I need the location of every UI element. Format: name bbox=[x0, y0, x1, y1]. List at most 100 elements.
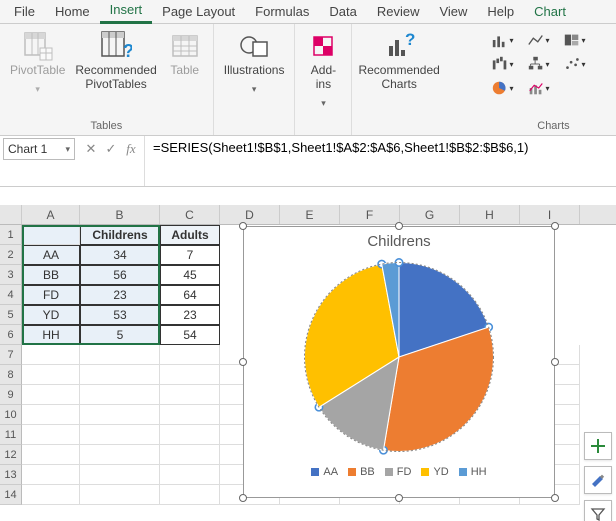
chart-elements-button[interactable] bbox=[584, 432, 612, 460]
col-header[interactable]: F bbox=[340, 205, 400, 224]
legend-item[interactable]: HH bbox=[459, 466, 487, 478]
row-header[interactable]: 12 bbox=[0, 445, 22, 465]
tab-insert[interactable]: Insert bbox=[100, 0, 153, 24]
cell[interactable]: 64 bbox=[160, 285, 220, 305]
row-header[interactable]: 9 bbox=[0, 385, 22, 405]
cell[interactable] bbox=[22, 385, 80, 405]
cell[interactable]: 56 bbox=[80, 265, 160, 285]
pivottable-button[interactable]: PivotTable bbox=[6, 28, 69, 97]
cell[interactable] bbox=[22, 345, 80, 365]
resize-handle[interactable] bbox=[395, 222, 403, 230]
cell[interactable] bbox=[80, 445, 160, 465]
col-header[interactable]: G bbox=[400, 205, 460, 224]
cell[interactable] bbox=[22, 405, 80, 425]
legend-item[interactable]: BB bbox=[348, 466, 375, 478]
chart-legend[interactable]: AA BB FD YD HH bbox=[244, 462, 554, 482]
cell[interactable] bbox=[160, 345, 220, 365]
cell[interactable] bbox=[80, 365, 160, 385]
row-header[interactable]: 6 bbox=[0, 325, 22, 345]
row-header[interactable]: 13 bbox=[0, 465, 22, 485]
col-header[interactable]: I bbox=[520, 205, 580, 224]
resize-handle[interactable] bbox=[239, 358, 247, 366]
col-header[interactable]: B bbox=[80, 205, 160, 224]
cell[interactable] bbox=[80, 385, 160, 405]
row-header[interactable]: 14 bbox=[0, 485, 22, 505]
tab-help[interactable]: Help bbox=[477, 1, 524, 23]
cell[interactable] bbox=[160, 465, 220, 485]
scatter-chart-button[interactable]: ▾ bbox=[556, 52, 592, 76]
cell[interactable] bbox=[22, 445, 80, 465]
row-header[interactable]: 3 bbox=[0, 265, 22, 285]
cell[interactable] bbox=[22, 365, 80, 385]
legend-item[interactable]: AA bbox=[311, 466, 338, 478]
cancel-formula-button[interactable]: ✕ bbox=[82, 139, 100, 159]
row-header[interactable]: 11 bbox=[0, 425, 22, 445]
cell[interactable]: HH bbox=[22, 325, 80, 345]
resize-handle[interactable] bbox=[551, 222, 559, 230]
chart-styles-button[interactable] bbox=[584, 466, 612, 494]
row-header[interactable]: 1 bbox=[0, 225, 22, 245]
chart-title[interactable]: Childrens bbox=[244, 227, 554, 252]
select-all-corner[interactable] bbox=[0, 205, 22, 224]
cell[interactable]: FD bbox=[22, 285, 80, 305]
legend-item[interactable]: FD bbox=[385, 466, 412, 478]
recommended-charts-button[interactable]: ? Recommended Charts bbox=[354, 28, 443, 94]
resize-handle[interactable] bbox=[551, 358, 559, 366]
tab-view[interactable]: View bbox=[429, 1, 477, 23]
col-header[interactable]: H bbox=[460, 205, 520, 224]
tab-home[interactable]: Home bbox=[45, 1, 100, 23]
combo-chart-button[interactable]: ▾ bbox=[520, 76, 556, 100]
tab-page-layout[interactable]: Page Layout bbox=[152, 1, 245, 23]
cell[interactable] bbox=[80, 425, 160, 445]
cell[interactable] bbox=[22, 225, 80, 245]
cell[interactable]: 23 bbox=[80, 285, 160, 305]
row-header[interactable]: 10 bbox=[0, 405, 22, 425]
col-header[interactable]: D bbox=[220, 205, 280, 224]
cell[interactable]: YD bbox=[22, 305, 80, 325]
resize-handle[interactable] bbox=[551, 494, 559, 502]
addins-button[interactable]: Add- ins bbox=[301, 28, 345, 111]
tab-formulas[interactable]: Formulas bbox=[245, 1, 319, 23]
resize-handle[interactable] bbox=[239, 494, 247, 502]
tab-chart[interactable]: Chart bbox=[524, 1, 576, 23]
cell[interactable] bbox=[80, 485, 160, 505]
resize-handle[interactable] bbox=[395, 494, 403, 502]
illustrations-button[interactable]: Illustrations bbox=[220, 28, 289, 97]
row-header[interactable]: 2 bbox=[0, 245, 22, 265]
cell[interactable]: Childrens bbox=[80, 225, 160, 245]
cell[interactable]: 34 bbox=[80, 245, 160, 265]
cell[interactable] bbox=[22, 465, 80, 485]
cell[interactable]: 45 bbox=[160, 265, 220, 285]
row-header[interactable]: 5 bbox=[0, 305, 22, 325]
cell[interactable]: AA bbox=[22, 245, 80, 265]
cell[interactable] bbox=[22, 485, 80, 505]
cell[interactable]: 7 bbox=[160, 245, 220, 265]
col-header[interactable]: A bbox=[22, 205, 80, 224]
waterfall-chart-button[interactable]: ▾ bbox=[484, 52, 520, 76]
cell[interactable] bbox=[160, 405, 220, 425]
treemap-chart-button[interactable]: ▾ bbox=[556, 28, 592, 52]
cell[interactable] bbox=[160, 365, 220, 385]
cell[interactable] bbox=[80, 465, 160, 485]
line-chart-button[interactable]: ▾ bbox=[520, 28, 556, 52]
cell[interactable] bbox=[80, 405, 160, 425]
row-header[interactable]: 8 bbox=[0, 365, 22, 385]
cell[interactable] bbox=[160, 425, 220, 445]
cell[interactable]: 5 bbox=[80, 325, 160, 345]
row-header[interactable]: 7 bbox=[0, 345, 22, 365]
chart-filters-button[interactable] bbox=[584, 500, 612, 521]
cell[interactable]: 53 bbox=[80, 305, 160, 325]
col-header[interactable]: C bbox=[160, 205, 220, 224]
pie-chart-button[interactable]: ▾ bbox=[484, 76, 520, 100]
tab-file[interactable]: File bbox=[4, 1, 45, 23]
cell[interactable]: 23 bbox=[160, 305, 220, 325]
legend-item[interactable]: YD bbox=[421, 466, 448, 478]
cell[interactable] bbox=[160, 485, 220, 505]
cell[interactable] bbox=[160, 445, 220, 465]
name-box[interactable]: Chart 1 bbox=[3, 138, 75, 160]
pie-chart[interactable] bbox=[244, 252, 554, 462]
column-chart-button[interactable]: ▾ bbox=[484, 28, 520, 52]
hierarchy-chart-button[interactable]: ▾ bbox=[520, 52, 556, 76]
insert-function-button[interactable]: fx bbox=[122, 139, 140, 159]
cell[interactable]: 54 bbox=[160, 325, 220, 345]
